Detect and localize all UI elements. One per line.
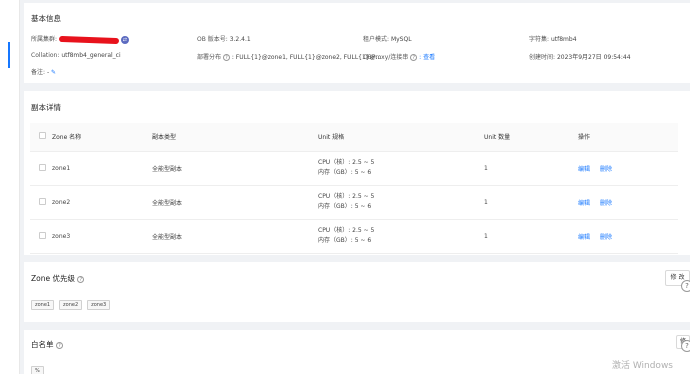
cpu-spec: CPU（核）: 2.5 ~ 5 [318,193,375,200]
edit-link[interactable]: 编辑 [578,234,590,241]
table-row: zone3 全能型副本 CPU（核）: 2.5 ~ 5 内存（GB）: 5 ~ … [30,219,678,254]
replica-details-title: 副本详情 [31,103,61,112]
memory-spec: 内存（GB）: 5 ~ 6 [318,169,372,176]
zone-tag: zone2 [59,300,83,310]
zone-priority-card: Zone 优先级 ? 修 改 zone1 zone2 zone3 [24,262,690,322]
row-checkbox[interactable] [39,197,46,205]
unit-spec-cell: CPU（核）: 2.5 ~ 5 内存（GB）: 5 ~ 6 [318,185,484,220]
table-row: zone2 全能型副本 CPU（核）: 2.5 ~ 5 内存（GB）: 5 ~ … [30,185,678,220]
whitelist-values: % [31,366,47,374]
created-field: 创建时间: 2023年9月27日 09:54:44 [529,52,631,61]
deploy-info-icon[interactable]: ? [222,54,230,61]
whitelist-card: 白名单 ? 修 % [24,330,690,374]
zone-tag: zone3 [87,300,111,310]
col-actions: 操作 [578,123,678,152]
unit-count-cell: 1 [484,185,578,220]
charset-value: utf8mb4 [550,36,577,43]
replica-type-cell: 全能型副本 [152,219,318,254]
delete-link[interactable]: 删除 [600,200,612,207]
replica-table: Zone 名称 副本类型 Unit 规格 Unit 数量 操作 zone1 全能… [30,123,678,254]
collation-label: Collation: [31,52,60,59]
active-indicator [8,42,10,68]
version-value: 3.2.4.1 [229,36,251,43]
replica-type-cell: 全能型副本 [152,151,318,186]
actions-cell: 编辑 删除 [578,219,678,254]
basic-info-card: 基本信息 所属集群: ⇄ OB 版本号: 3.2.4.1 租户模式: MySQL… [24,3,690,83]
edit-link[interactable]: 编辑 [578,200,590,207]
actions-cell: 编辑 删除 [578,185,678,220]
replica-details-card: 副本详情 Zone 名称 副本类型 Unit 规格 Unit 数量 操作 zon… [24,91,690,255]
remark-value: - [46,69,50,76]
obproxy-info-icon[interactable]: ? [410,54,418,61]
delete-link[interactable]: 删除 [600,166,612,173]
unit-count-cell: 1 [484,219,578,254]
collation-field: Collation: utf8mb4_general_ci [31,52,121,59]
row-checkbox[interactable] [39,163,46,171]
cluster-field: 所属集群: ⇄ [31,34,129,44]
deploy-field: 部署分布 ? : FULL{1}@zone1, FULL{1}@zone2, F… [197,52,381,61]
whitelist-heading: 白名单 ? [31,339,63,350]
zone-priority-title: Zone 优先级 [31,274,75,283]
unit-spec-cell: CPU（核）: 2.5 ~ 5 内存（GB）: 5 ~ 6 [318,151,484,186]
remark-label: 备注: [31,69,46,76]
unit-spec-cell: CPU（核）: 2.5 ~ 5 内存（GB）: 5 ~ 6 [318,219,484,254]
version-label: OB 版本号: [197,36,228,43]
windows-activation-watermark: 激活 Windows [611,361,673,371]
deploy-value: : FULL{1}@zone1, FULL{1}@zone2, FULL{1}@… [231,54,382,61]
left-rail [0,0,20,374]
zone-priority-info-icon[interactable]: ? [77,275,85,283]
col-unit-count: Unit 数量 [484,123,578,152]
basic-info-title: 基本信息 [31,14,61,23]
redacted-cluster-name [58,35,120,44]
help-float-icon[interactable]: ? [681,340,690,352]
created-label: 创建时间: [529,54,556,61]
memory-spec: 内存（GB）: 5 ~ 6 [318,203,372,210]
cluster-label: 所属集群: [31,36,58,43]
zone-priority-heading: Zone 优先级 ? [31,273,85,284]
whitelist-tag: % [31,366,44,374]
table-header-row: Zone 名称 副本类型 Unit 规格 Unit 数量 操作 [30,123,678,152]
charset-label: 字符集: [529,36,550,43]
zone-name-cell: zone3 [52,219,152,254]
select-all-checkbox[interactable] [39,132,46,140]
whitelist-info-icon[interactable]: ? [55,341,63,349]
created-value: 2023年9月27日 09:54:44 [556,54,631,61]
remark-field: 备注: - ✎ [31,67,58,76]
deploy-label: 部署分布 [197,54,222,61]
replica-type-cell: 全能型副本 [152,185,318,220]
zone-name-cell: zone2 [52,185,152,220]
memory-spec: 内存（GB）: 5 ~ 6 [318,237,372,244]
delete-link[interactable]: 删除 [600,234,612,241]
row-checkbox[interactable] [39,231,46,239]
cpu-spec: CPU（核）: 2.5 ~ 5 [318,227,375,234]
col-unit-spec: Unit 规格 [318,123,484,152]
zone-tags: zone1 zone2 zone3 [31,300,113,310]
version-field: OB 版本号: 3.2.4.1 [197,34,251,43]
collation-value: utf8mb4_general_ci [61,52,121,59]
tenant-mode-label: 租户模式: [363,36,390,43]
zone-name-cell: zone1 [52,151,152,186]
obproxy-view-link[interactable]: : 查看 [419,54,435,61]
col-zone-name: Zone 名称 [52,123,152,152]
table-row: zone1 全能型副本 CPU（核）: 2.5 ~ 5 内存（GB）: 5 ~ … [30,151,678,186]
edit-pencil-icon[interactable]: ✎ [51,69,58,76]
edit-link[interactable]: 编辑 [578,166,590,173]
zone-tag: zone1 [31,300,55,310]
cpu-spec: CPU（核）: 2.5 ~ 5 [318,159,375,166]
obproxy-label: OBProxy/连接串 [363,54,409,61]
help-float-icon[interactable]: ? [681,280,690,292]
cluster-tag-icon[interactable]: ⇄ [120,35,129,44]
whitelist-title: 白名单 [31,340,54,349]
unit-count-cell: 1 [484,151,578,186]
obproxy-field: OBProxy/连接串 ? : 查看 [363,52,435,61]
tenant-mode-field: 租户模式: MySQL [363,34,412,43]
charset-field: 字符集: utf8mb4 [529,34,577,43]
actions-cell: 编辑 删除 [578,151,678,186]
col-replica-type: 副本类型 [152,123,318,152]
tenant-mode-value: MySQL [390,36,412,43]
